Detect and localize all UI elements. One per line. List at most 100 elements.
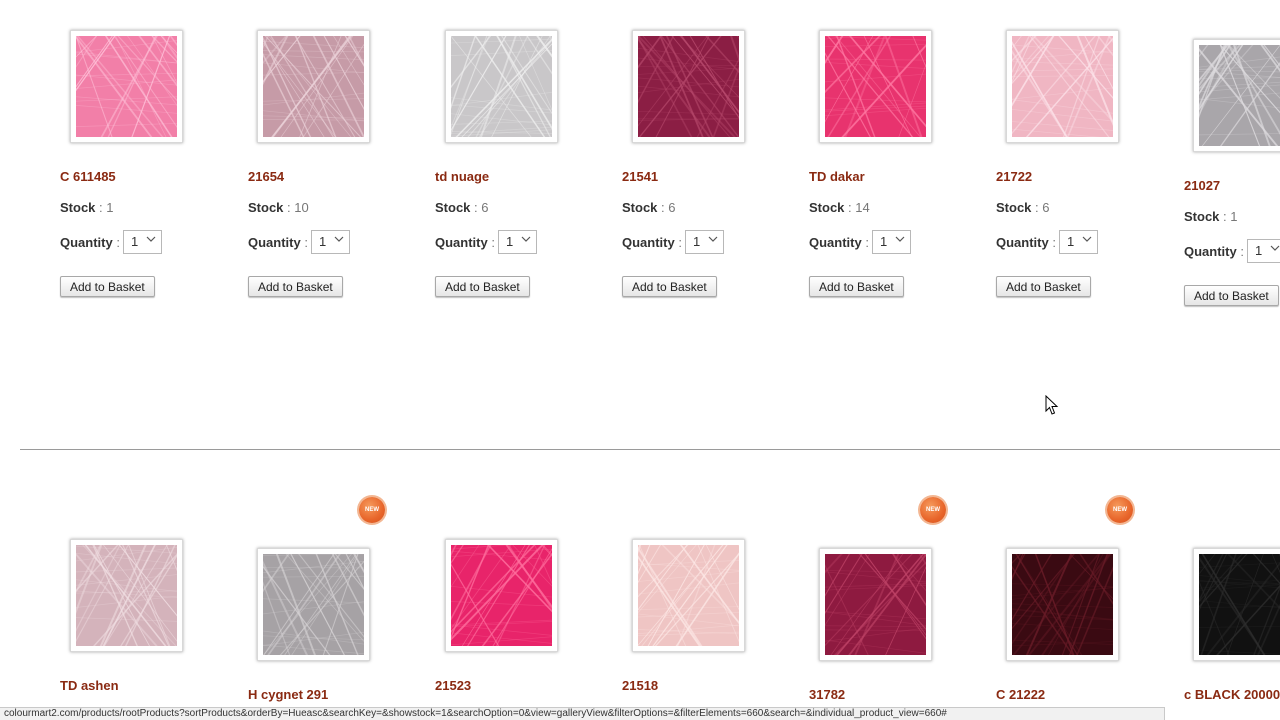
product-name[interactable]: TD ashen	[60, 678, 119, 693]
stock-label: Stock	[622, 200, 658, 215]
stock-info: Stock : 1	[1184, 209, 1238, 224]
row-divider	[20, 449, 1280, 450]
yarn-swatch	[263, 36, 364, 137]
product-name[interactable]: C 611485	[60, 169, 116, 184]
chevron-down-icon	[1082, 236, 1092, 242]
quantity-label: Quantity	[248, 234, 301, 250]
quantity-select[interactable]: 1	[1058, 230, 1098, 254]
chevron-down-icon	[895, 236, 905, 242]
stock-label: Stock	[996, 200, 1032, 215]
quantity-value: 1	[692, 234, 701, 249]
yarn-swatch	[76, 36, 177, 137]
product-image[interactable]	[819, 548, 932, 661]
product-name[interactable]: 21722	[996, 169, 1032, 184]
stock-info: Stock : 10	[248, 200, 309, 215]
yarn-swatch	[76, 545, 177, 646]
quantity-select[interactable]: 1	[871, 230, 911, 254]
new-badge-icon: NEW	[359, 497, 385, 523]
yarn-swatch	[825, 554, 926, 655]
chevron-down-icon	[146, 236, 156, 242]
quantity-select[interactable]: 1	[497, 230, 537, 254]
product-image[interactable]	[1006, 548, 1119, 661]
quantity-row: Quantity : 1	[248, 230, 350, 254]
quantity-select[interactable]: 1	[310, 230, 350, 254]
product-name[interactable]: TD dakar	[809, 169, 865, 184]
product-image[interactable]	[70, 539, 183, 652]
yarn-swatch	[1012, 36, 1113, 137]
browser-status-bar: colourmart2.com/products/rootProducts?so…	[0, 707, 1165, 720]
quantity-value: 1	[505, 234, 514, 249]
product-image[interactable]	[70, 30, 183, 143]
yarn-swatch	[451, 36, 552, 137]
product-image[interactable]	[819, 30, 932, 143]
quantity-value: 1	[1254, 243, 1263, 258]
product-image[interactable]	[632, 539, 745, 652]
status-url: colourmart2.com/products/rootProducts?so…	[4, 708, 947, 719]
add-to-basket-button[interactable]: Add to Basket	[248, 276, 343, 297]
stock-info: Stock : 6	[622, 200, 676, 215]
yarn-swatch	[1012, 554, 1113, 655]
product-name[interactable]: 21523	[435, 678, 471, 693]
add-to-basket-button[interactable]: Add to Basket	[60, 276, 155, 297]
quantity-label: Quantity	[809, 234, 862, 250]
yarn-swatch	[638, 545, 739, 646]
stock-info: Stock : 6	[996, 200, 1050, 215]
stock-value: 14	[855, 200, 870, 215]
stock-value: 10	[294, 200, 309, 215]
add-to-basket-button[interactable]: Add to Basket	[1184, 285, 1279, 306]
product-name[interactable]: H cygnet 291	[248, 687, 328, 702]
chevron-down-icon	[1270, 245, 1280, 251]
product-image[interactable]	[1006, 30, 1119, 143]
quantity-row: Quantity : 1	[622, 230, 724, 254]
quantity-label: Quantity	[435, 234, 488, 250]
quantity-row: Quantity : 1	[435, 230, 537, 254]
stock-label: Stock	[248, 200, 284, 215]
stock-label: Stock	[435, 200, 471, 215]
product-name[interactable]: 21027	[1184, 178, 1220, 193]
stock-value: 1	[1230, 209, 1238, 224]
quantity-label: Quantity	[1184, 243, 1237, 259]
quantity-label: Quantity	[60, 234, 113, 250]
yarn-swatch	[1199, 45, 1280, 146]
chevron-down-icon	[334, 236, 344, 242]
product-image[interactable]	[257, 30, 370, 143]
product-image[interactable]	[632, 30, 745, 143]
new-badge-icon: NEW	[920, 497, 946, 523]
product-image[interactable]	[1193, 548, 1280, 661]
product-name[interactable]: td nuage	[435, 169, 489, 184]
chevron-down-icon	[521, 236, 531, 242]
quantity-row: Quantity : 1	[1184, 239, 1280, 263]
yarn-swatch	[825, 36, 926, 137]
quantity-row: Quantity : 1	[60, 230, 162, 254]
stock-label: Stock	[60, 200, 96, 215]
product-image[interactable]	[445, 539, 558, 652]
product-name[interactable]: 21518	[622, 678, 658, 693]
quantity-select[interactable]: 1	[122, 230, 162, 254]
quantity-select[interactable]: 1	[1246, 239, 1280, 263]
stock-value: 6	[481, 200, 489, 215]
yarn-swatch	[451, 545, 552, 646]
chevron-down-icon	[708, 236, 718, 242]
add-to-basket-button[interactable]: Add to Basket	[622, 276, 717, 297]
yarn-swatch	[638, 36, 739, 137]
stock-value: 6	[668, 200, 676, 215]
stock-info: Stock : 6	[435, 200, 489, 215]
add-to-basket-button[interactable]: Add to Basket	[809, 276, 904, 297]
add-to-basket-button[interactable]: Add to Basket	[435, 276, 530, 297]
product-image[interactable]	[257, 548, 370, 661]
product-name[interactable]: 31782	[809, 687, 845, 702]
add-to-basket-button[interactable]: Add to Basket	[996, 276, 1091, 297]
quantity-value: 1	[318, 234, 327, 249]
product-image[interactable]	[445, 30, 558, 143]
stock-label: Stock	[809, 200, 845, 215]
product-name[interactable]: 21654	[248, 169, 284, 184]
product-image[interactable]	[1193, 39, 1280, 152]
stock-value: 6	[1042, 200, 1050, 215]
product-name[interactable]: 21541	[622, 169, 658, 184]
product-name[interactable]: c BLACK 20000	[1184, 687, 1280, 702]
quantity-value: 1	[1066, 234, 1075, 249]
yarn-swatch	[1199, 554, 1280, 655]
product-name[interactable]: C 21222	[996, 687, 1045, 702]
quantity-row: Quantity : 1	[996, 230, 1098, 254]
quantity-select[interactable]: 1	[684, 230, 724, 254]
